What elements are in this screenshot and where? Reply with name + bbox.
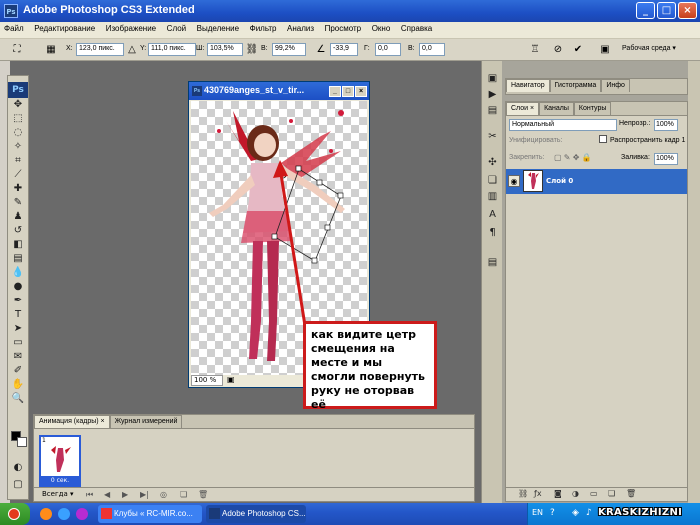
- ie-icon[interactable]: [58, 508, 70, 520]
- frame-delay[interactable]: 0 сек.: [41, 476, 79, 485]
- group-icon[interactable]: ▭: [590, 489, 598, 498]
- watermark: KRASKIZHIZNI: [598, 507, 683, 518]
- tab-histogram[interactable]: Гистограмма: [549, 79, 602, 92]
- clone-panel-icon[interactable]: ❏: [485, 173, 500, 188]
- layers-tabs: Слои × Каналы Контуры: [506, 102, 687, 116]
- lock-row: Закрепить: ▢ ✎ ✥ 🔒 Заливка: 100%: [506, 150, 687, 167]
- play-panel-icon[interactable]: ▶: [485, 87, 500, 102]
- animation-frame[interactable]: 1 0 сек.: [39, 435, 81, 487]
- layers-panel: Слои × Каналы Контуры Нормальный Непрозр.:…: [505, 101, 688, 502]
- layer-name: Слой 0: [546, 177, 574, 185]
- unify-row: Унифицировать: Распространить кадр 1: [506, 133, 687, 150]
- animation-tabs: Анимация (кадры) × Журнал измерений: [34, 415, 474, 429]
- first-frame-icon[interactable]: ⏮: [86, 490, 93, 500]
- unify-label: Унифицировать:: [509, 137, 563, 144]
- annotation-callout: как видите цетр смещения на месте и мы с…: [303, 321, 437, 411]
- tab-navigator[interactable]: Навигатор: [506, 79, 550, 92]
- firefox-icon[interactable]: [76, 508, 88, 520]
- tab-channels[interactable]: Каналы: [539, 102, 574, 115]
- task-photoshop-label: Adobe Photoshop CS...: [222, 509, 306, 518]
- info-panel-icon[interactable]: ▤: [485, 103, 500, 118]
- fill-field[interactable]: 100%: [654, 153, 678, 165]
- task-photoshop[interactable]: Adobe Photoshop CS...: [206, 505, 306, 523]
- annotation-arrowhead: [273, 160, 288, 178]
- layer-style-icon[interactable]: ƒx: [534, 489, 542, 498]
- tab-paths[interactable]: Контуры: [573, 102, 612, 115]
- delete-frame-icon[interactable]: 🗑: [198, 490, 208, 499]
- frame-thumbnail: [51, 446, 71, 472]
- opera-icon[interactable]: [40, 508, 52, 520]
- layer-row[interactable]: ◉ Слой 0: [506, 169, 687, 194]
- loop-dropdown[interactable]: Всегда ▾: [42, 490, 74, 498]
- character-panel-icon[interactable]: A: [485, 207, 500, 222]
- language-indicator[interactable]: EN: [532, 508, 543, 517]
- duplicate-frame-icon[interactable]: ❏: [180, 490, 187, 499]
- tray-help-icon[interactable]: ?: [550, 508, 555, 518]
- blend-mode-select[interactable]: Нормальный: [509, 119, 617, 131]
- visibility-eye-icon[interactable]: ◉: [508, 175, 520, 187]
- start-button[interactable]: [0, 503, 30, 525]
- swatch-panel-icon[interactable]: ▥: [485, 189, 500, 204]
- navigator-panel-icon[interactable]: ▣: [485, 71, 500, 86]
- layer-mask-icon[interactable]: ◙: [554, 489, 562, 498]
- browser-task-icon: [101, 508, 112, 519]
- start-orb-icon: [8, 508, 20, 520]
- animation-panel: Анимация (кадры) × Журнал измерений 1 0 с…: [33, 414, 475, 502]
- delete-layer-icon[interactable]: 🗑: [626, 489, 636, 498]
- layers-bottom-toolbar: ⛓ ƒx ◙ ◑ ▭ ❏ 🗑: [506, 487, 687, 501]
- photoshop-task-icon: [209, 508, 220, 519]
- lock-label: Закрепить:: [509, 154, 545, 161]
- tray-volume-icon[interactable]: ♪: [586, 508, 592, 518]
- frame-number: 1: [42, 437, 46, 444]
- navigator-panel-tabs: Навигатор Гистограмма Инфо: [505, 78, 688, 95]
- panel-icon-strip: ▣ ▶ ▤ ✂ ✣ ❏ ▥ A ¶ ▤: [481, 61, 502, 503]
- lock-icons[interactable]: ▢ ✎ ✥ 🔒: [554, 153, 592, 162]
- opacity-label: Непрозр.:: [619, 120, 651, 127]
- propagate-label: Распространить кадр 1: [610, 137, 686, 144]
- blend-row: Нормальный Непрозр.: 100%: [506, 116, 687, 133]
- task-browser-label: Клубы « RC-MIR.co...: [114, 509, 193, 518]
- tray-network-icon[interactable]: ◈: [572, 508, 579, 518]
- prev-frame-icon[interactable]: ◀: [104, 490, 110, 499]
- tab-layers[interactable]: Слои ×: [506, 102, 540, 115]
- link-layers-icon[interactable]: ⛓: [518, 489, 528, 498]
- adjustment-layer-icon[interactable]: ◑: [572, 489, 579, 498]
- right-edge: [688, 61, 700, 503]
- play-icon[interactable]: ▶: [122, 490, 128, 499]
- new-layer-icon[interactable]: ❏: [608, 489, 615, 498]
- next-frame-icon[interactable]: ▶|: [140, 490, 149, 499]
- tab-measurement-log[interactable]: Журнал измерений: [109, 415, 183, 428]
- tween-icon[interactable]: ◎: [160, 490, 167, 499]
- animation-controls: Всегда ▾ ⏮ ◀ ▶ ▶| ◎ ❏ 🗑: [34, 487, 474, 501]
- opacity-field[interactable]: 100%: [654, 119, 678, 131]
- layer-thumbnail: [523, 170, 543, 192]
- brush-panel-icon[interactable]: ✣: [485, 155, 500, 170]
- tools-panel-icon[interactable]: ✂: [485, 129, 500, 144]
- fill-label: Заливка:: [621, 154, 650, 161]
- notes-panel-icon[interactable]: ▤: [485, 255, 500, 270]
- taskbar: Клубы « RC-MIR.co... Adobe Photoshop CS.…: [0, 503, 700, 525]
- paragraph-panel-icon[interactable]: ¶: [485, 225, 500, 240]
- tab-animation-frames[interactable]: Анимация (кадры) ×: [34, 415, 110, 428]
- annotation-arrow: [278, 167, 308, 333]
- tab-info[interactable]: Инфо: [601, 79, 630, 92]
- propagate-checkbox[interactable]: [599, 135, 607, 143]
- task-browser[interactable]: Клубы « RC-MIR.co...: [98, 505, 202, 523]
